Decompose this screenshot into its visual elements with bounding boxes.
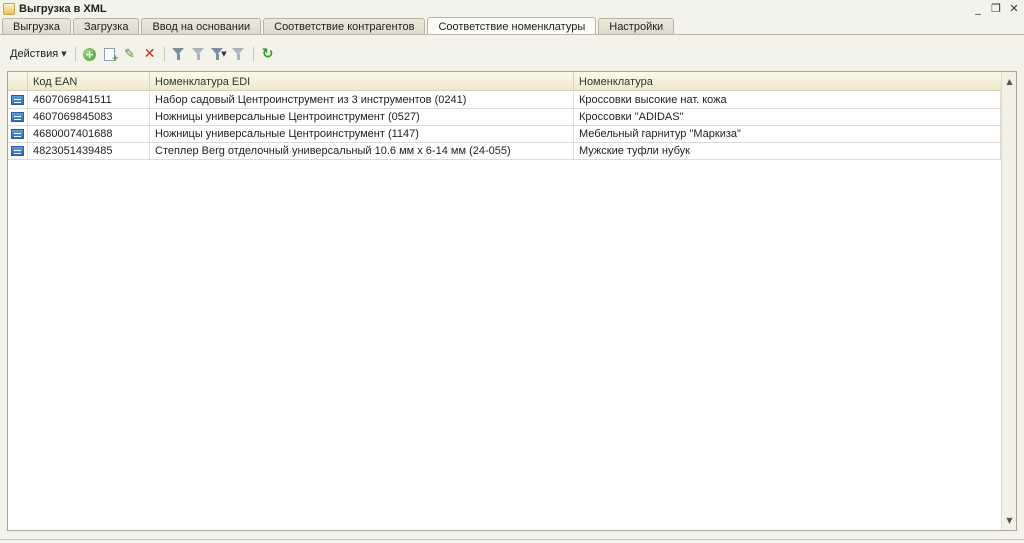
header-ean[interactable]: Код EAN bbox=[28, 72, 150, 91]
toolbar: Действия ▼ + ✎ ✕ ▼ ↻ bbox=[6, 44, 278, 64]
record-icon bbox=[11, 129, 24, 139]
scroll-up-icon[interactable]: ▲ bbox=[1002, 74, 1016, 89]
table-row[interactable]: 4823051439485 Степлер Berg отделочный ун… bbox=[8, 143, 1001, 160]
table-row[interactable]: 4607069845083 Ножницы универсальные Цент… bbox=[8, 109, 1001, 126]
record-icon bbox=[11, 95, 24, 105]
refresh-icon: ↻ bbox=[261, 46, 274, 62]
toolbar-separator bbox=[252, 47, 254, 61]
nomenclature-table[interactable]: Код EAN Номенклатура EDI Номенклатура 46… bbox=[7, 71, 1017, 531]
cell-item[interactable]: Мужские туфли нубук bbox=[574, 143, 1001, 159]
cell-edi-item[interactable]: Ножницы универсальные Центроинструмент (… bbox=[150, 109, 574, 125]
tab-label: Настройки bbox=[609, 21, 664, 33]
tab-label: Загрузка bbox=[83, 21, 129, 33]
cell-ean[interactable]: 4607069845083 bbox=[28, 109, 150, 125]
row-type-cell bbox=[8, 109, 28, 125]
record-icon bbox=[11, 112, 24, 122]
tab-import[interactable]: Загрузка bbox=[72, 18, 140, 35]
filter-list-button[interactable] bbox=[191, 46, 207, 62]
table-row[interactable]: 4680007401688 Ножницы универсальные Цент… bbox=[8, 126, 1001, 143]
cell-item[interactable]: Кроссовки высокие нат. кожа bbox=[574, 92, 1001, 108]
chevron-down-icon: ▼ bbox=[61, 50, 67, 58]
toolbar-separator bbox=[74, 47, 76, 61]
tab-nomenclature-mapping[interactable]: Соответствие номенклатуры bbox=[427, 17, 597, 35]
window-title: Выгрузка в XML bbox=[19, 2, 107, 15]
table-header: Код EAN Номенклатура EDI Номенклатура bbox=[8, 72, 1001, 91]
header-icon-column bbox=[8, 72, 28, 91]
cell-edi-item[interactable]: Степлер Berg отделочный универсальный 10… bbox=[150, 143, 574, 159]
app-icon bbox=[3, 2, 15, 15]
filter-clear-icon bbox=[232, 48, 245, 60]
add-button[interactable]: + bbox=[82, 46, 98, 62]
scroll-down-icon[interactable]: ▼ bbox=[1002, 513, 1016, 528]
cell-item[interactable]: Мебельный гарнитур "Маркиза" bbox=[574, 126, 1001, 142]
row-type-cell bbox=[8, 92, 28, 108]
filter-list-icon bbox=[192, 48, 205, 60]
status-divider bbox=[0, 539, 1024, 540]
tab-label: Соответствие номенклатуры bbox=[438, 20, 586, 33]
edit-icon: ✎ bbox=[124, 46, 136, 62]
tab-export[interactable]: Выгрузка bbox=[2, 18, 71, 35]
table-body: 4607069841511 Набор садовый Центроинстру… bbox=[8, 92, 1001, 160]
toolbar-separator bbox=[163, 47, 165, 61]
title-bar: Выгрузка в XML _ ❐ ✕ bbox=[0, 0, 1024, 17]
table-row[interactable]: 4607069841511 Набор садовый Центроинстру… bbox=[8, 92, 1001, 109]
actions-label: Действия bbox=[10, 48, 59, 60]
tab-label: Соответствие контрагентов bbox=[274, 21, 415, 33]
filter-dropdown-icon bbox=[210, 48, 223, 60]
close-button[interactable]: ✕ bbox=[1008, 2, 1020, 15]
actions-menu-button[interactable]: Действия ▼ bbox=[6, 45, 71, 63]
filter-clear-button[interactable] bbox=[231, 46, 247, 62]
tab-counterparty-mapping[interactable]: Соответствие контрагентов bbox=[263, 18, 426, 35]
delete-icon: ✕ bbox=[143, 46, 156, 62]
filter-button[interactable] bbox=[171, 46, 187, 62]
tab-divider bbox=[0, 34, 1024, 35]
cell-edi-item[interactable]: Ножницы универсальные Центроинструмент (… bbox=[150, 126, 574, 142]
cell-ean[interactable]: 4680007401688 bbox=[28, 126, 150, 142]
tab-strip: Выгрузка Загрузка Ввод на основании Соот… bbox=[2, 17, 676, 35]
tab-input-based-on[interactable]: Ввод на основании bbox=[141, 18, 262, 35]
delete-button[interactable]: ✕ bbox=[142, 46, 158, 62]
copy-icon bbox=[104, 47, 119, 64]
filter-dropdown-button[interactable]: ▼ bbox=[210, 46, 227, 62]
record-icon bbox=[11, 146, 24, 156]
vertical-scrollbar[interactable]: ▲ ▼ bbox=[1001, 72, 1016, 530]
minimize-button[interactable]: _ bbox=[972, 2, 984, 15]
tab-settings[interactable]: Настройки bbox=[598, 18, 675, 35]
window-controls: _ ❐ ✕ bbox=[972, 0, 1020, 17]
filter-icon bbox=[172, 48, 185, 60]
cell-item[interactable]: Кроссовки "ADIDAS" bbox=[574, 109, 1001, 125]
restore-button[interactable]: ❐ bbox=[990, 2, 1002, 15]
cell-ean[interactable]: 4823051439485 bbox=[28, 143, 150, 159]
tab-label: Выгрузка bbox=[13, 21, 60, 33]
tab-label: Ввод на основании bbox=[152, 21, 251, 33]
copy-button[interactable] bbox=[102, 46, 119, 64]
header-item[interactable]: Номенклатура bbox=[574, 72, 1001, 91]
row-type-cell bbox=[8, 143, 28, 159]
refresh-button[interactable]: ↻ bbox=[260, 46, 276, 62]
header-edi-item[interactable]: Номенклатура EDI bbox=[150, 72, 574, 91]
add-icon: + bbox=[83, 47, 97, 61]
row-type-cell bbox=[8, 126, 28, 142]
cell-ean[interactable]: 4607069841511 bbox=[28, 92, 150, 108]
cell-edi-item[interactable]: Набор садовый Центроинструмент из 3 инст… bbox=[150, 92, 574, 108]
edit-button[interactable]: ✎ bbox=[122, 46, 138, 62]
